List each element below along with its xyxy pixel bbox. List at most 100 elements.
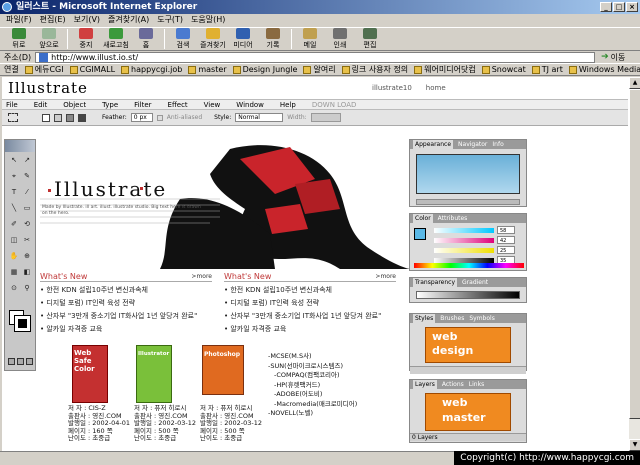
- book-cover-3[interactable]: Photoshop: [202, 345, 244, 395]
- list-item[interactable]: -MCSE(M.S사): [268, 352, 357, 362]
- toolbar-button[interactable]: 메일: [295, 28, 325, 50]
- selection-tool-icon[interactable]: ↖: [9, 156, 19, 165]
- app-menu-item[interactable]: Help: [280, 100, 296, 109]
- header-link-home[interactable]: home: [426, 84, 446, 92]
- toolbar-button[interactable]: 기록: [258, 28, 288, 50]
- anti-alias-checkbox[interactable]: [156, 114, 163, 121]
- line-tool-icon[interactable]: ⁄: [22, 188, 32, 197]
- panel-tab[interactable]: Gradient: [462, 278, 488, 287]
- screen-mode-icon[interactable]: [8, 358, 15, 365]
- link-item[interactable]: TJ art: [531, 65, 563, 74]
- toolbar-button[interactable]: 편집: [355, 28, 385, 50]
- scissors-icon[interactable]: ✂: [22, 236, 32, 245]
- list-item[interactable]: -NOVELL(노벨): [268, 409, 357, 419]
- mode-icon[interactable]: [78, 113, 86, 122]
- color-value-input[interactable]: 42: [497, 236, 515, 244]
- type-tool-icon[interactable]: T: [9, 188, 19, 197]
- toolbar-button[interactable]: 검색: [168, 28, 198, 50]
- menu-item[interactable]: 보기(V): [74, 14, 100, 26]
- list-item[interactable]: -HP(휴렛팩커드): [268, 381, 357, 391]
- scroll-up-icon[interactable]: ▲: [629, 77, 640, 89]
- menu-item[interactable]: 편집(E): [40, 14, 66, 26]
- eyedropper-icon[interactable]: ⊙: [9, 284, 19, 293]
- list-item[interactable]: -SUN(선마이크로시스템즈): [268, 362, 357, 372]
- color-spectrum[interactable]: [414, 263, 524, 268]
- list-item[interactable]: -Macromedia(매크로미디어): [268, 400, 357, 410]
- scroll-thumb[interactable]: [629, 89, 640, 419]
- width-input[interactable]: [310, 113, 341, 122]
- toolbar-button[interactable]: 앞으로: [34, 28, 64, 50]
- panel-tab[interactable]: Brushes: [440, 314, 464, 323]
- pencil-tool-icon[interactable]: ✐: [9, 220, 19, 229]
- header-link-illustrate10[interactable]: illustrate10: [372, 84, 412, 92]
- toolbar-button[interactable]: 인쇄: [325, 28, 355, 50]
- go-button[interactable]: 이동: [611, 52, 626, 63]
- menu-item[interactable]: 즐겨찾기(A): [108, 14, 149, 26]
- address-input[interactable]: http://www.illust.io.st/: [35, 51, 596, 63]
- direct-select-icon[interactable]: ↗: [22, 156, 32, 165]
- panel-tab[interactable]: Color: [413, 214, 433, 223]
- lasso-icon[interactable]: ⌖: [9, 172, 19, 181]
- slider-m[interactable]: [434, 237, 494, 243]
- list-item[interactable]: • 디지털 포럼) IT인력 육성 전략: [224, 298, 396, 308]
- scale-tool-icon[interactable]: ◫: [9, 236, 19, 245]
- panel-tab[interactable]: Symbols: [469, 314, 494, 323]
- link-item[interactable]: Windows Media: [568, 65, 640, 74]
- color-value-input[interactable]: 58: [497, 226, 515, 234]
- color-value-input[interactable]: 25: [497, 246, 515, 254]
- panel-tab[interactable]: Links: [469, 380, 484, 389]
- app-menu-item[interactable]: Object: [63, 100, 86, 109]
- panel-tab[interactable]: Styles: [413, 314, 436, 323]
- zoom-tool-icon[interactable]: ⊕: [22, 252, 32, 261]
- screen-mode-icon[interactable]: [26, 358, 33, 365]
- panel-tab[interactable]: Navigator: [458, 140, 487, 149]
- measure-tool-icon[interactable]: ⚲: [22, 284, 32, 293]
- close-button[interactable]: ×: [626, 2, 638, 12]
- fill-stroke-swatch[interactable]: [9, 310, 31, 332]
- panel-tab[interactable]: Info: [492, 140, 503, 149]
- link-item[interactable]: master: [188, 65, 227, 74]
- hand-tool-icon[interactable]: ✋: [9, 252, 19, 261]
- go-arrow-icon[interactable]: ➔: [601, 52, 609, 62]
- link-item[interactable]: 알여리: [303, 64, 336, 75]
- toolbar-button[interactable]: 미디어: [228, 28, 258, 50]
- app-menu-item[interactable]: Filter: [134, 100, 151, 109]
- maximize-button[interactable]: □: [613, 2, 625, 12]
- menu-item[interactable]: 파일(F): [6, 14, 32, 26]
- brush-tool-icon[interactable]: ╲: [9, 204, 19, 213]
- list-item[interactable]: • 산자부 "3만개 중소기업 IT화사업 1년 앞당겨 완료": [40, 311, 212, 321]
- app-menu-item[interactable]: Edit: [34, 100, 48, 109]
- link-item[interactable]: 에듀CGI: [24, 64, 64, 75]
- link-item[interactable]: 웨어미디어닷컴: [414, 64, 476, 75]
- toolbar-button[interactable]: 홈: [131, 28, 161, 50]
- rotate-tool-icon[interactable]: ⟲: [22, 220, 32, 229]
- panel-tab[interactable]: Attributes: [438, 214, 468, 223]
- menu-item[interactable]: 도움말(H): [191, 14, 225, 26]
- scroll-down-icon[interactable]: ▼: [629, 439, 640, 451]
- rectangle-tool-icon[interactable]: ▭: [22, 204, 32, 213]
- gradient-tool-icon[interactable]: ◧: [22, 268, 32, 277]
- slider-k[interactable]: [434, 257, 494, 263]
- toolbar-button[interactable]: 뒤로: [4, 28, 34, 50]
- pen-tool-icon[interactable]: ✎: [22, 172, 32, 181]
- slider-c[interactable]: [434, 227, 494, 233]
- panel-tab[interactable]: Actions: [442, 380, 464, 389]
- panel-tab[interactable]: Transparency: [413, 278, 458, 287]
- minimize-button[interactable]: _: [600, 2, 612, 12]
- link-item[interactable]: Design Jungle: [232, 65, 297, 74]
- style-select[interactable]: Normal: [235, 113, 284, 122]
- app-menu-item[interactable]: View: [204, 100, 221, 109]
- slider-y[interactable]: [434, 247, 494, 253]
- list-item[interactable]: • 디지털 포럼) IT인력 육성 전략: [40, 298, 212, 308]
- mode-icon[interactable]: [66, 113, 74, 122]
- mode-icon[interactable]: [42, 113, 50, 122]
- toolbar-button[interactable]: 새로고침: [101, 28, 131, 50]
- list-item[interactable]: -COMPAQ(컴팩코리아): [268, 371, 357, 381]
- list-item[interactable]: • 한전 KDN 설립10주년 변신과속체: [224, 285, 396, 295]
- toolbar-button[interactable]: 중지: [71, 28, 101, 50]
- vertical-scrollbar[interactable]: ▲ ▼: [628, 77, 640, 451]
- layers-banner[interactable]: web master: [425, 393, 511, 431]
- toolbar-button[interactable]: 즐겨찾기: [198, 28, 228, 50]
- download-menu-item[interactable]: DOWN LOAD: [312, 100, 357, 109]
- panel-tab[interactable]: Layers: [413, 380, 437, 389]
